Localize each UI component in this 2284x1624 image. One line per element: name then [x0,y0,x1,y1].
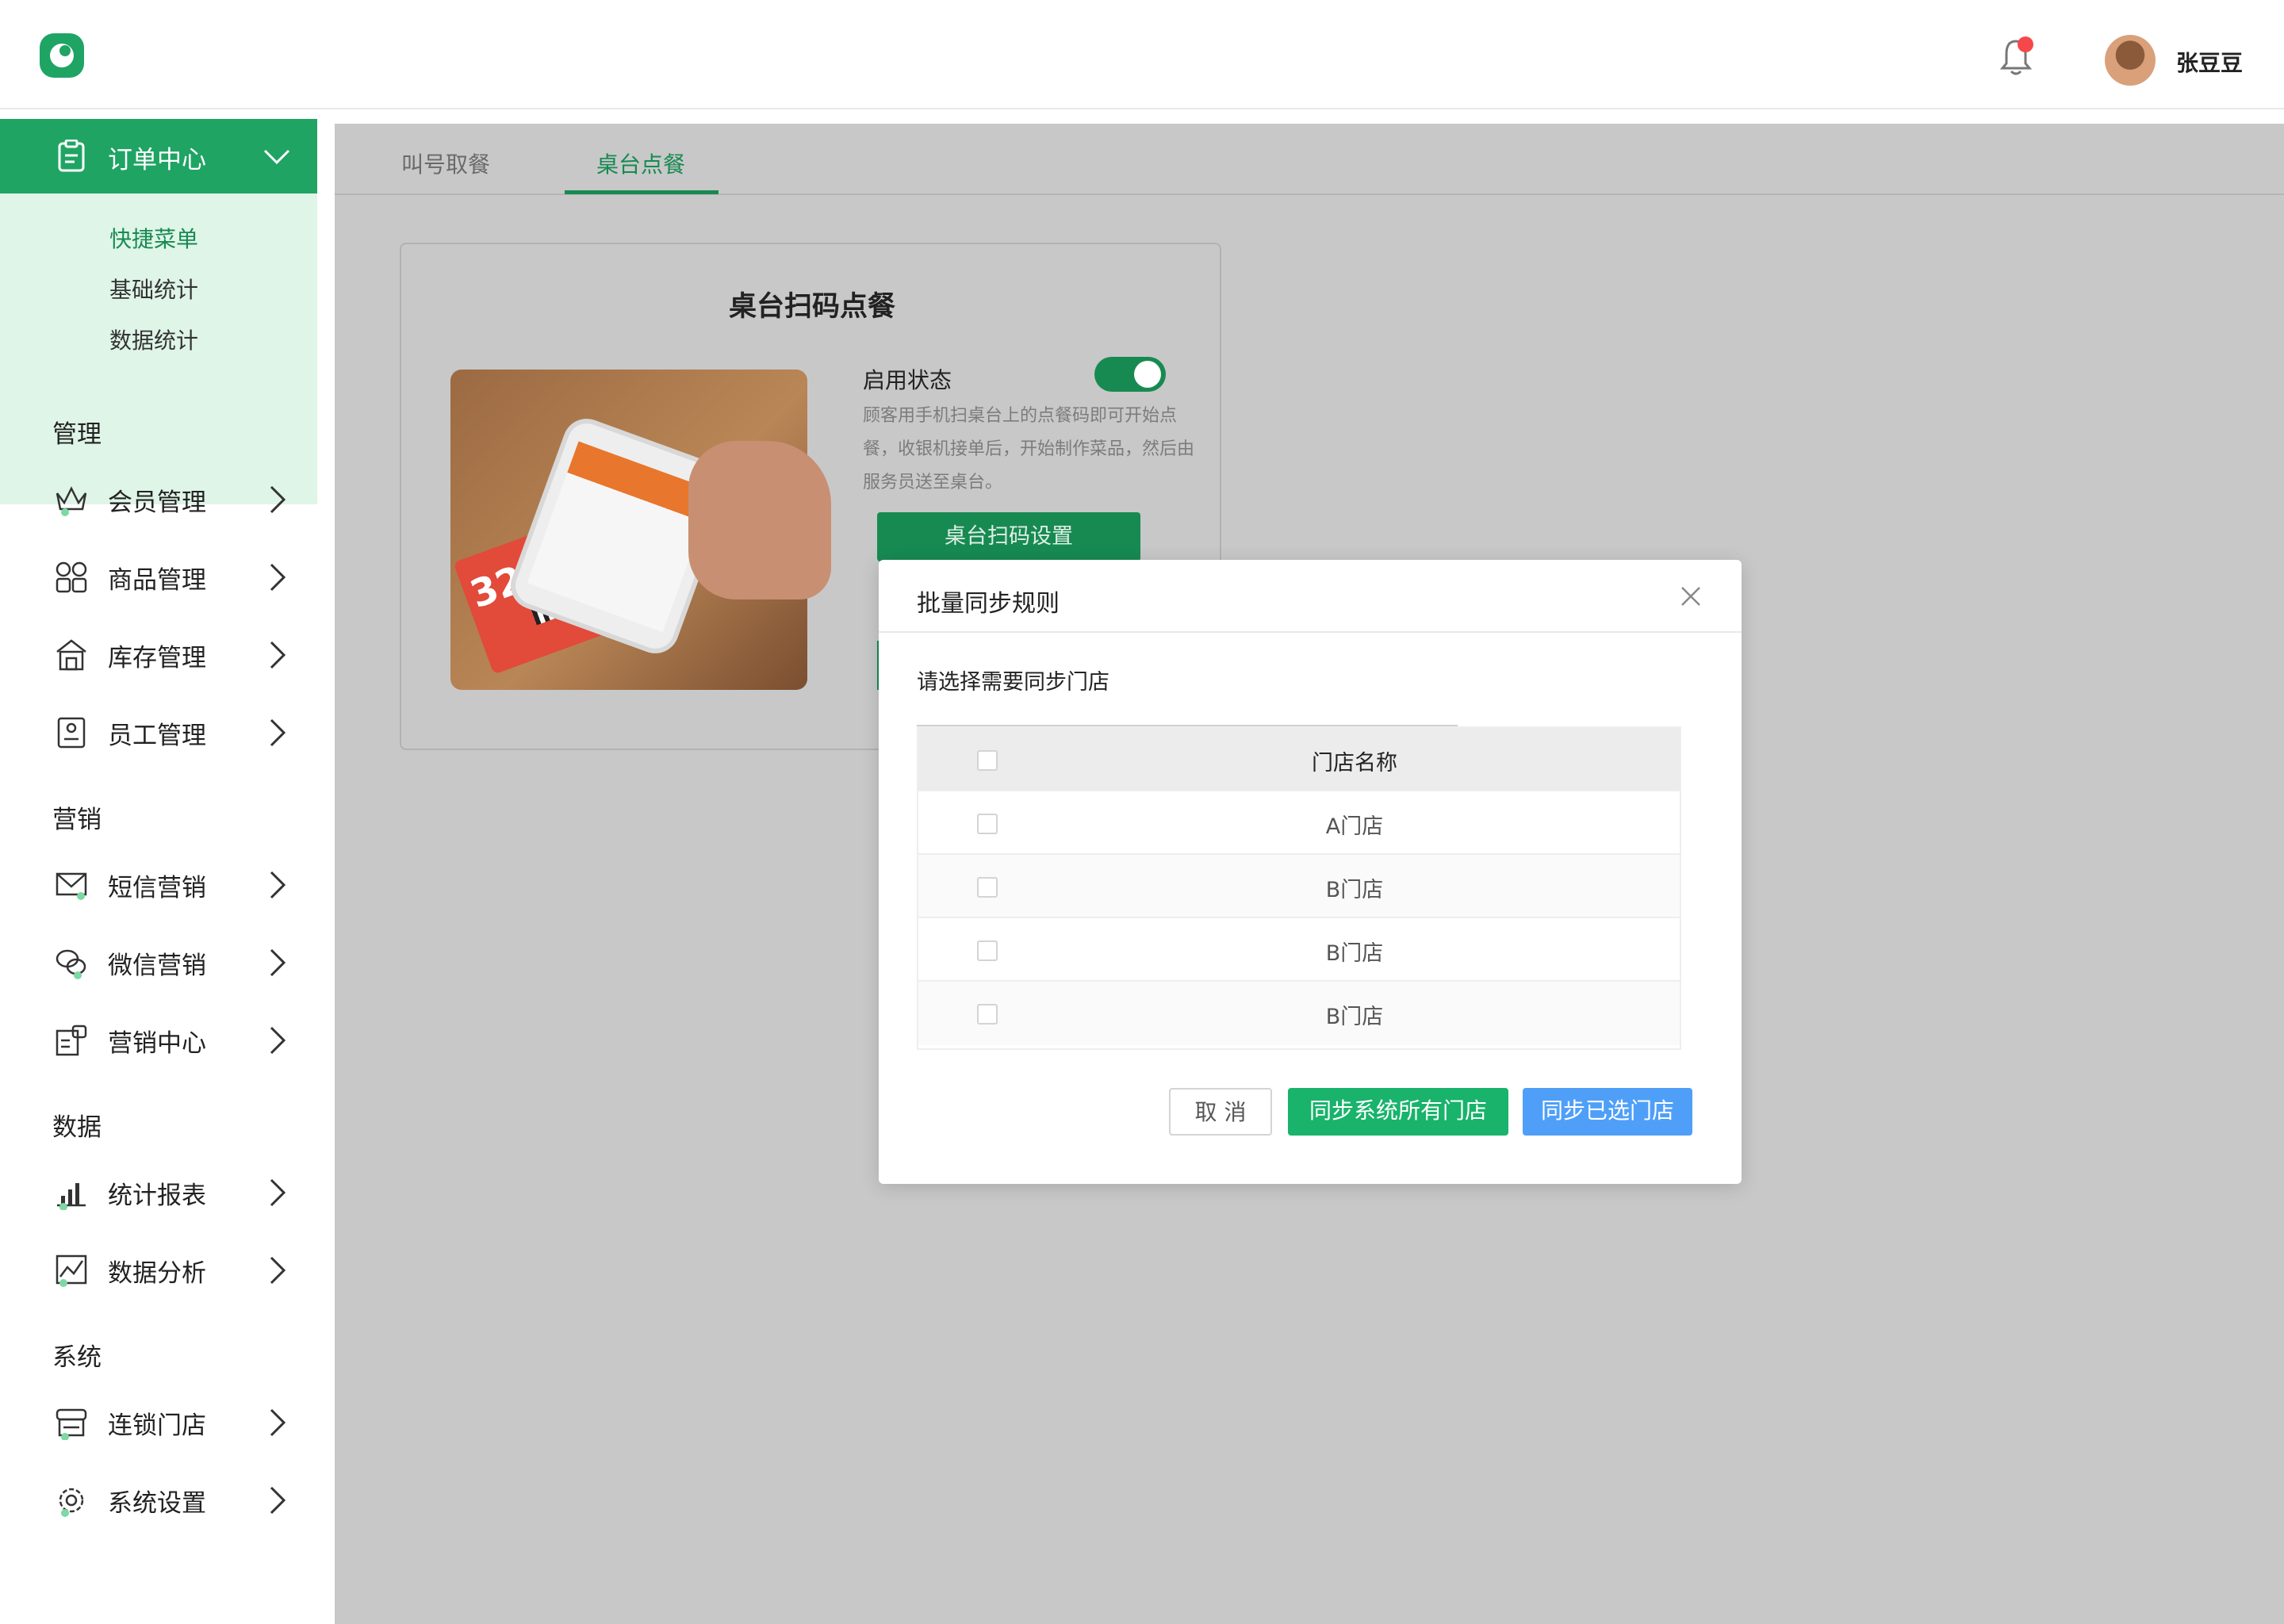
chevron-right-icon [270,1486,286,1515]
hand-image [688,441,831,599]
select-all-checkbox[interactable] [977,750,998,771]
grid-icon [56,561,87,593]
chevron-right-icon [270,485,286,514]
sidebar-item-label: 短信营销 [108,874,206,902]
crown-icon [56,486,87,516]
tab-table-order[interactable]: 桌台点餐 [596,147,685,179]
sidebar-item-label: 订单中心 [108,146,206,174]
sidebar-item-order-center[interactable]: 订单中心 [0,119,317,193]
section-title-manage: 管理 [52,420,102,449]
table-scan-settings-button[interactable]: 桌台扫码设置 [877,512,1140,561]
chevron-right-icon [270,948,286,977]
submenu-item-quick-menu[interactable]: 快捷菜单 [109,222,198,254]
enable-toggle[interactable] [1094,357,1166,392]
table-row[interactable]: B门店 [918,855,1680,918]
tab-bar: 叫号取餐 桌台点餐 [335,124,2284,195]
table-row[interactable]: B门店 [918,918,1680,982]
chevron-right-icon [270,563,286,592]
section-title-marketing: 营销 [52,806,102,834]
sidebar-item-sms[interactable]: 短信营销 [0,856,317,912]
chevron-right-icon [270,1026,286,1055]
table-header-row: 门店名称 [918,728,1680,791]
chevron-right-icon [270,871,286,899]
chevron-right-icon [270,1408,286,1437]
row-checkbox[interactable] [977,940,998,961]
wechat-icon [56,949,86,979]
staff-badge-icon [57,717,86,749]
row-checkbox[interactable] [977,877,998,898]
store-name-cell: B门店 [1325,1005,1384,1029]
sidebar-item-label: 会员管理 [108,488,206,517]
avatar[interactable] [2105,35,2156,86]
row-checkbox[interactable] [977,1004,998,1025]
scan-order-photo: 32 [450,370,831,690]
username[interactable]: 张豆豆 [2176,46,2243,78]
chevron-right-icon [270,1256,286,1285]
section-title-system: 系统 [52,1343,102,1372]
gear-icon [59,1488,84,1517]
sidebar-item-label: 数据分析 [108,1259,206,1288]
sidebar: 订单中心 快捷菜单 基础统计 数据统计 管理 会员管理 商品管理 库存管理 员工… [0,119,317,1624]
table-row[interactable]: B门店 [918,982,1680,1045]
chevron-right-icon [270,1178,286,1207]
tab-call-number[interactable]: 叫号取餐 [401,147,490,179]
store-name-cell: B门店 [1325,941,1384,966]
chevron-right-icon [270,718,286,747]
sidebar-item-label: 员工管理 [108,722,206,750]
sync-selected-stores-button[interactable]: 同步已选门店 [1523,1088,1692,1136]
batch-sync-modal: 批量同步规则 请选择需要同步门店 门店名称 A门店 B门店 B门店 B门店 取 … [879,560,1742,1184]
enable-status-label: 启用状态 [863,367,952,393]
sidebar-item-label: 库存管理 [108,644,206,672]
card-title: 桌台扫码点餐 [728,291,895,323]
bar-chart-icon [57,1183,86,1210]
modal-header: 批量同步规则 [879,560,1742,633]
sidebar-item-analysis[interactable]: 数据分析 [0,1242,317,1297]
sidebar-item-label: 系统设置 [108,1489,206,1518]
table-row[interactable]: A门店 [918,791,1680,855]
sidebar-item-goods[interactable]: 商品管理 [0,549,317,604]
sidebar-item-label: 商品管理 [108,566,206,595]
close-icon[interactable] [1680,585,1702,607]
sidebar-item-label: 统计报表 [108,1182,206,1210]
sidebar-item-wechat[interactable]: 微信营销 [0,934,317,990]
clipboard-icon [58,140,85,172]
active-tab-indicator [565,190,719,194]
warehouse-icon [56,639,86,671]
order-center-submenu: 快捷菜单 基础统计 数据统计 [0,193,317,504]
chevron-down-icon [263,149,290,165]
sidebar-item-label: 连锁门店 [108,1411,206,1440]
sidebar-item-member[interactable]: 会员管理 [0,471,317,527]
store-name-cell: A门店 [1325,814,1384,839]
row-checkbox[interactable] [977,814,998,834]
store-table: 门店名称 A门店 B门店 B门店 B门店 [917,726,1681,1050]
store-name-cell: B门店 [1325,878,1384,902]
sidebar-item-chain-stores[interactable]: 连锁门店 [0,1394,317,1450]
submenu-item-basic-stats[interactable]: 基础统计 [109,273,198,304]
mail-icon [56,872,87,900]
notification-dot [2018,36,2033,52]
line-chart-icon [56,1254,87,1287]
sidebar-item-settings[interactable]: 系统设置 [0,1472,317,1527]
sidebar-item-staff[interactable]: 员工管理 [0,704,317,760]
section-title-data: 数据 [52,1113,102,1142]
column-header-store-name: 门店名称 [1312,751,1397,776]
chevron-right-icon [270,641,286,669]
card-description: 顾客用手机扫桌台上的点餐码即可开始点餐，收银机接单后，开始制作菜品，然后由服务员… [863,406,1195,492]
sidebar-item-label: 微信营销 [108,952,206,980]
sidebar-item-inventory[interactable]: 库存管理 [0,626,317,682]
top-header: 张豆豆 [0,0,2284,109]
modal-title: 批量同步规则 [917,590,1060,618]
marketing-icon [56,1025,87,1056]
sync-all-stores-button[interactable]: 同步系统所有门店 [1288,1088,1508,1136]
sidebar-item-reports[interactable]: 统计报表 [0,1164,317,1220]
modal-subtitle: 请选择需要同步门店 [917,670,1109,695]
store-icon [56,1408,87,1440]
app-logo[interactable] [40,33,84,78]
submenu-item-data-stats[interactable]: 数据统计 [109,324,198,355]
sidebar-item-marketing-center[interactable]: 营销中心 [0,1012,317,1067]
sidebar-item-label: 营销中心 [108,1029,206,1058]
cancel-button[interactable]: 取 消 [1169,1088,1272,1136]
